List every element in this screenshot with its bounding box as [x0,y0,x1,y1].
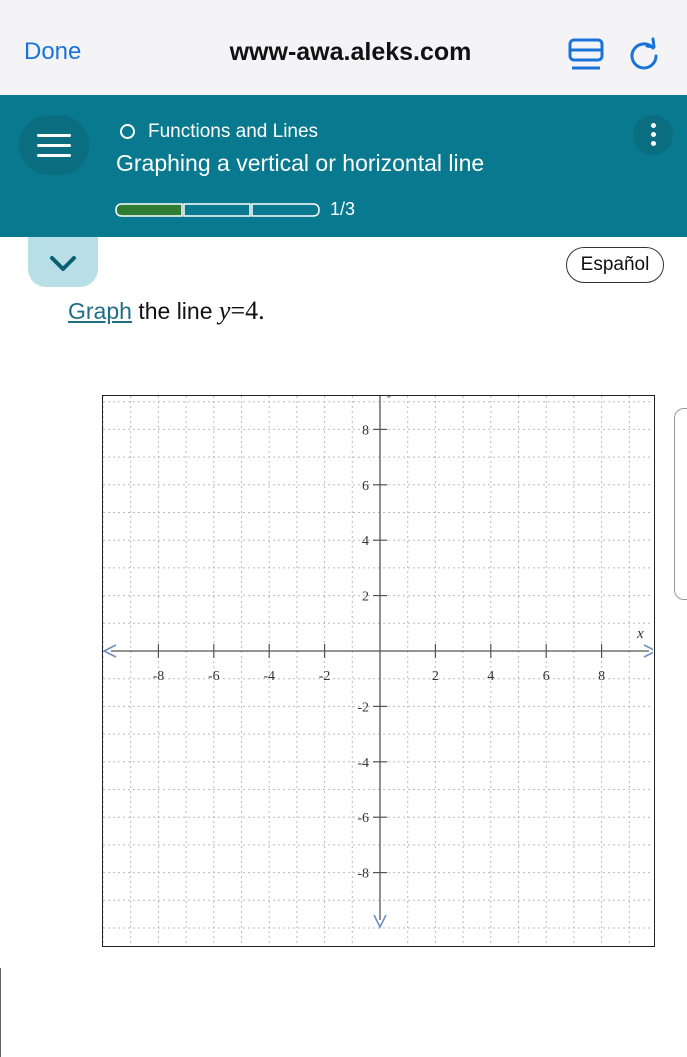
language-button[interactable]: Español [566,247,664,283]
x-axis-label: x [636,626,644,642]
progress-segment-1 [115,203,183,217]
lesson-title: Graphing a vertical or horizontal line [116,150,485,176]
question-prompt: the line [131,298,219,324]
y-tick-label: -4 [357,756,369,771]
url-text: www-awa.aleks.com [229,38,472,66]
grid-canvas[interactable]: -8 -6 -4 -2 2 4 6 8 8 6 4 2 -2 -4 -6 -8 x y [103,396,653,945]
coordinate-grid[interactable]: -8 -6 -4 -2 2 4 6 8 8 6 4 2 -2 -4 -6 -8 x y [102,395,655,947]
y-tick-label: 2 [362,590,369,605]
more-dot-icon [651,132,656,137]
equation: y=4. [219,296,265,325]
progress-segment-3 [251,203,320,217]
progress-label: 1/3 [330,199,356,219]
y-tick-label: -6 [357,811,369,826]
more-dot-icon [651,141,656,146]
x-tick-label: -8 [153,669,165,684]
y-tick-label: 4 [362,534,369,549]
y-tick-label: 8 [362,423,369,438]
menu-button[interactable] [19,115,89,175]
y-tick-label: -8 [357,867,369,882]
equation-rest: =4. [230,296,265,325]
reload-icon[interactable] [627,36,663,72]
menu-bar-middle [37,144,71,147]
more-dot-icon [651,123,656,128]
side-panel-tab[interactable] [674,408,687,600]
graph-glossary-link[interactable]: Graph [68,298,132,324]
menu-bar-top [37,134,71,137]
collapse-header-button[interactable] [28,237,98,287]
menu-bar-bottom [37,154,71,157]
x-tick-label: 6 [543,669,550,684]
progress-segment-2 [183,203,251,217]
y-axis-label: y [387,396,396,399]
y-tick-label: -2 [357,700,369,715]
topic-name: Functions and Lines [148,121,319,142]
progress-bar [115,203,320,217]
page-edge-divider [0,968,1,1057]
equation-variable: y [218,296,231,325]
x-tick-label: 4 [487,669,494,684]
x-tick-label: -6 [208,669,220,684]
y-tick-label: 6 [362,479,369,494]
x-tick-label: 2 [432,669,439,684]
browser-toolbar: Done www-awa.aleks.com [0,0,687,95]
reader-mode-icon[interactable] [568,38,604,72]
more-options-button[interactable] [633,115,673,155]
chevron-down-icon [50,256,76,271]
topic-status-icon [120,124,135,139]
x-tick-label: -2 [319,669,331,684]
x-tick-label: -4 [263,669,275,684]
question-text: Graph the line y=4. [68,296,265,326]
x-tick-label: 8 [598,669,605,684]
